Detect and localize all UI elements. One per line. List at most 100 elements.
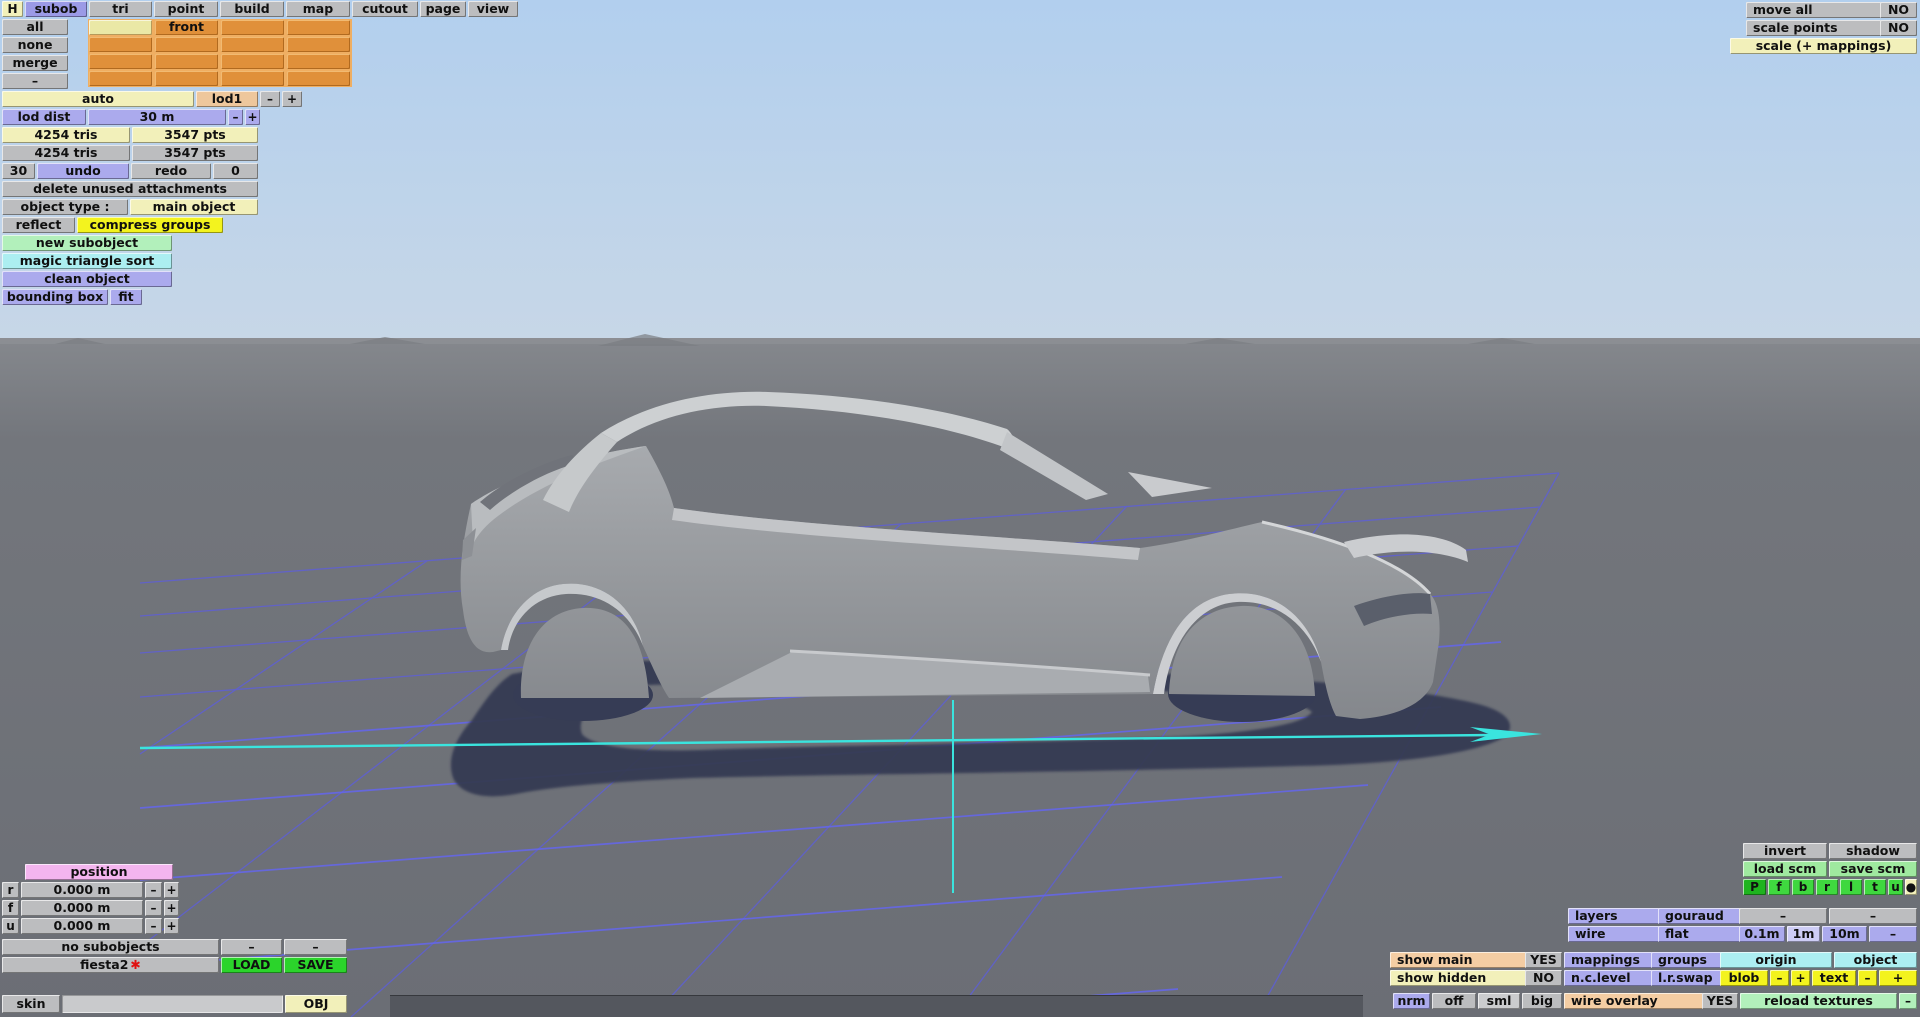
shadow-button[interactable]: shadow (1829, 843, 1917, 859)
grid-minus-button[interactable]: – (1869, 926, 1917, 942)
tab-h[interactable]: H (2, 1, 23, 17)
grid-cell-3-3[interactable] (287, 71, 350, 86)
axis-p-button[interactable]: P (1743, 879, 1766, 895)
grid-cell-2-0[interactable] (89, 54, 152, 69)
save-scm-button[interactable]: save scm (1829, 861, 1917, 877)
grid-cell-3-0[interactable] (89, 71, 152, 86)
axis-r-button[interactable]: r (1816, 879, 1838, 895)
reload-textures-button[interactable]: reload textures (1740, 993, 1897, 1009)
lod-dist-minus-button[interactable]: – (228, 109, 243, 125)
text-button[interactable]: text (1812, 970, 1856, 986)
object-type-value[interactable]: main object (130, 199, 258, 215)
grid-01m-button[interactable]: 0.1m (1739, 926, 1785, 942)
axis-b-button[interactable]: b (1792, 879, 1814, 895)
merge-button[interactable]: merge (2, 55, 68, 71)
redo-count[interactable]: 0 (213, 163, 258, 179)
pts-count-active[interactable]: 3547 pts (132, 127, 258, 143)
axis-dot-button[interactable]: ● (1905, 879, 1917, 895)
model-name[interactable]: fiesta2 ✱ (2, 957, 219, 973)
auto-button[interactable]: auto (2, 91, 194, 107)
axis-u-button[interactable]: u (1888, 879, 1903, 895)
position-f-plus-button[interactable]: + (164, 900, 179, 916)
show-hidden-button[interactable]: show hidden (1390, 970, 1530, 986)
origin-button[interactable]: origin (1720, 952, 1832, 968)
gouraud-button[interactable]: gouraud (1658, 908, 1744, 924)
blob-minus-button[interactable]: – (1770, 970, 1789, 986)
object-button[interactable]: object (1834, 952, 1917, 968)
axis-f-button[interactable]: f (1768, 879, 1790, 895)
lod-dist-plus-button[interactable]: + (245, 109, 260, 125)
nrm-big-button[interactable]: big (1522, 993, 1562, 1009)
lod-plus-button[interactable]: + (282, 91, 302, 107)
magic-triangle-sort-button[interactable]: magic triangle sort (2, 253, 172, 269)
position-u-minus-button[interactable]: – (145, 918, 162, 934)
wire-overlay-button[interactable]: wire overlay (1564, 993, 1707, 1009)
text-plus-button[interactable]: + (1879, 970, 1917, 986)
nrm-sml-button[interactable]: sml (1478, 993, 1520, 1009)
show-hidden-state[interactable]: NO (1525, 970, 1562, 986)
position-u-value[interactable]: 0.000 m (21, 918, 143, 934)
groups-button[interactable]: groups (1651, 952, 1725, 968)
tab-map[interactable]: map (286, 1, 350, 17)
subobject-prev-button[interactable]: – (221, 939, 282, 955)
position-f-label[interactable]: f (2, 900, 19, 916)
blob-button[interactable]: blob (1720, 970, 1768, 986)
position-f-value[interactable]: 0.000 m (21, 900, 143, 916)
position-u-label[interactable]: u (2, 918, 19, 934)
lr-swap-button[interactable]: l.r.swap (1651, 970, 1725, 986)
flat-button[interactable]: flat (1658, 926, 1744, 942)
grid-cell-0-3[interactable] (287, 20, 350, 35)
save-button[interactable]: SAVE (284, 957, 347, 973)
grid-cell-2-1[interactable] (155, 54, 218, 69)
object-type-label[interactable]: object type : (2, 199, 128, 215)
scale-points-state[interactable]: NO (1880, 20, 1917, 36)
text-minus-button[interactable]: – (1858, 970, 1877, 986)
fit-button[interactable]: fit (110, 289, 142, 305)
subobject-next-button[interactable]: – (284, 939, 347, 955)
grid-cell-0-0[interactable] (89, 20, 152, 35)
move-all-button[interactable]: move all (1746, 2, 1885, 18)
grid-cell-0-1[interactable]: front (155, 20, 218, 35)
show-main-state[interactable]: YES (1525, 952, 1562, 968)
scale-points-button[interactable]: scale points (1746, 20, 1885, 36)
pts-count-total[interactable]: 3547 pts (132, 145, 258, 161)
subobjects-status[interactable]: no subobjects (2, 939, 219, 955)
grid-cell-1-2[interactable] (221, 37, 284, 52)
position-header[interactable]: position (25, 864, 173, 880)
grid-cell-1-1[interactable] (155, 37, 218, 52)
wire-overlay-state[interactable]: YES (1702, 993, 1738, 1009)
lod-dist-label[interactable]: lod dist (2, 109, 86, 125)
tris-count-active[interactable]: 4254 tris (2, 127, 130, 143)
tab-page[interactable]: page (420, 1, 466, 17)
wire-button[interactable]: wire (1568, 926, 1663, 942)
undo-count[interactable]: 30 (2, 163, 35, 179)
axis-l-button[interactable]: l (1840, 879, 1862, 895)
nrm-off-button[interactable]: off (1432, 993, 1476, 1009)
tab-cutout[interactable]: cutout (352, 1, 418, 17)
clean-object-button[interactable]: clean object (2, 271, 172, 287)
show-main-button[interactable]: show main (1390, 952, 1530, 968)
reload-textures-minus-button[interactable]: – (1899, 993, 1917, 1009)
selection-minus-button[interactable]: – (2, 73, 68, 89)
tab-point[interactable]: point (154, 1, 218, 17)
grid-cell-2-3[interactable] (287, 54, 350, 69)
lod1-button[interactable]: lod1 (196, 91, 258, 107)
tris-count-total[interactable]: 4254 tris (2, 145, 130, 161)
invert-button[interactable]: invert (1743, 843, 1827, 859)
position-f-minus-button[interactable]: – (145, 900, 162, 916)
grid-cell-1-3[interactable] (287, 37, 350, 52)
grid-cell-3-1[interactable] (155, 71, 218, 86)
skin-name-field[interactable] (62, 995, 283, 1013)
scale-mappings-button[interactable]: scale (+ mappings) (1730, 38, 1917, 54)
select-all-button[interactable]: all (2, 19, 68, 35)
tab-subob[interactable]: subob (25, 1, 87, 17)
undo-button[interactable]: undo (37, 163, 129, 179)
load-scm-button[interactable]: load scm (1743, 861, 1827, 877)
delete-unused-attachments-button[interactable]: delete unused attachments (2, 181, 258, 197)
obj-button[interactable]: OBJ (285, 995, 347, 1013)
grid-cell-2-2[interactable] (221, 54, 284, 69)
blob-plus-button[interactable]: + (1791, 970, 1810, 986)
grid-1m-button[interactable]: 1m (1787, 926, 1820, 942)
layers-button[interactable]: layers (1568, 908, 1663, 924)
tab-view[interactable]: view (468, 1, 518, 17)
